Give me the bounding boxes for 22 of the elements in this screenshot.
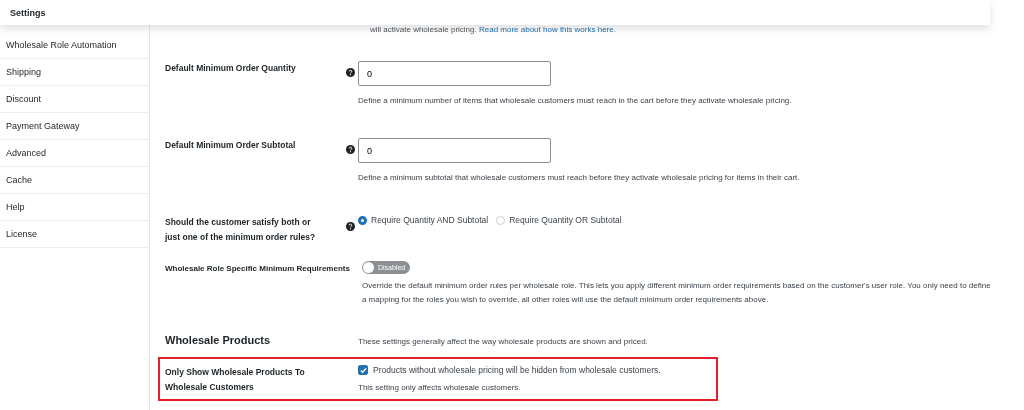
number-field[interactable]: 0	[358, 138, 551, 163]
help-icon[interactable]	[346, 145, 355, 154]
help-icon[interactable]	[346, 68, 355, 77]
setting-label: Only Show Wholesale Products To Wholesale Customers	[164, 366, 306, 394]
section-heading: Wholesale Products	[164, 333, 272, 348]
field-description: Define a minimum number of items that wholesale customers must reach in the cart before they activate wholesale pricing.	[358, 95, 793, 107]
setting-label: Should the customer satisfy both or just one of the minimum order rules?	[164, 216, 317, 244]
section-description: These settings generally affect the way wholesale products are shown and priced.	[358, 336, 649, 348]
read-more-link[interactable]: Read more about how this works here	[478, 25, 614, 34]
help-icon[interactable]	[346, 222, 355, 231]
setting-label: Default Minimum Order Subtotal	[164, 139, 297, 152]
note-text: will activate wholesale pricing. Read more about how this works here.	[370, 25, 617, 36]
number-field[interactable]: 0	[358, 61, 551, 86]
setting-label: Default Minimum Order Quantity	[164, 62, 297, 75]
field-description: Define a minimum subtotal that wholesale customers must reach before they activate wholesale pricing for items in their cart.	[358, 172, 801, 184]
checkbox-label: Products without wholesale pricing will be hidden from wholesale customers.	[373, 365, 661, 375]
page-title: Settings	[10, 7, 46, 18]
field-description: Override the default minimum order rules per wholesale role. This lets you apply different minimum order requirements based on the customer's user role. You only need to define a mapping for the roles you wish to override, all other roles will use the default minimum order requirements above.	[361, 280, 992, 306]
radio-icon[interactable]	[358, 215, 367, 225]
field-description: This setting only affects wholesale customers.	[358, 382, 522, 394]
setting-label: Wholesale Role Specific Minimum Requirements	[164, 263, 350, 275]
checkbox[interactable]	[358, 365, 368, 375]
